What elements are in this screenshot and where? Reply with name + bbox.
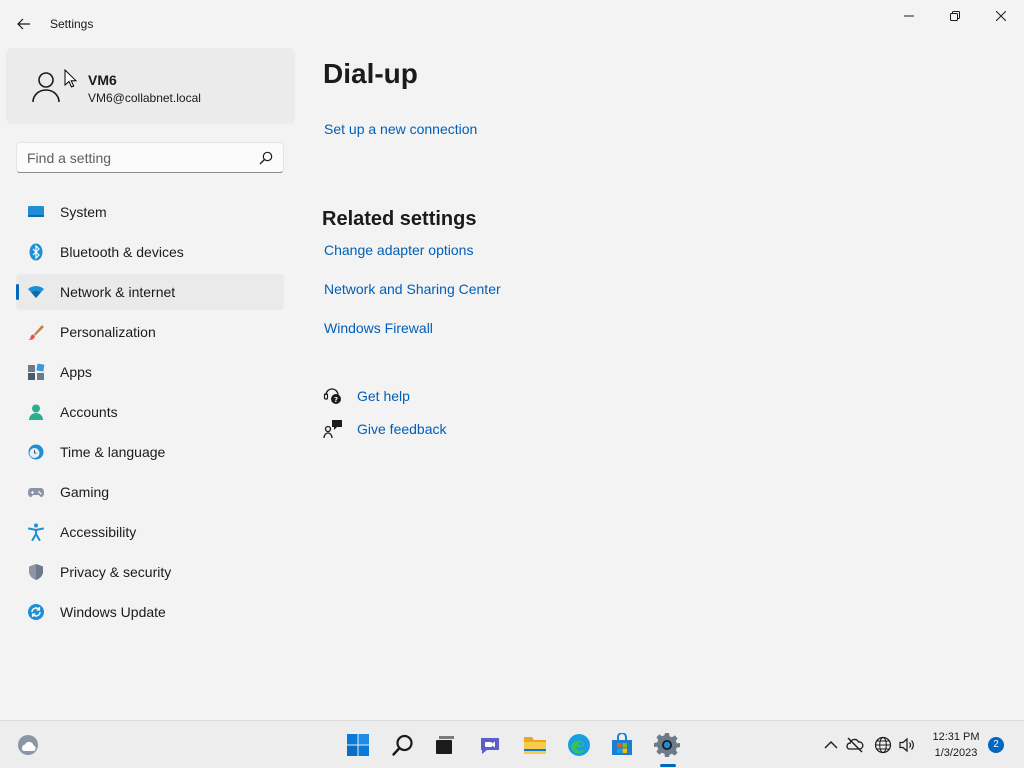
search-icon[interactable] [259,151,273,165]
brush-icon [28,325,44,340]
user-name: VM6 [88,72,117,88]
sidebar-item-bluetooth[interactable]: Bluetooth & devices [16,234,284,270]
bluetooth-icon [29,243,43,261]
sidebar-item-time-language[interactable]: Time & language [16,434,284,470]
windows-firewall-link[interactable]: Windows Firewall [324,320,433,336]
sidebar-item-privacy[interactable]: Privacy & security [16,554,284,590]
close-icon [996,11,1006,21]
chevron-up-icon[interactable] [822,736,840,754]
sidebar-item-label: System [60,204,107,220]
weather-cloud-icon [18,735,38,755]
microsoft-store-button[interactable] [608,731,636,759]
start-button[interactable] [344,731,372,759]
settings-taskbar-button[interactable] [653,731,681,759]
clock-time: 12:31 PM [932,731,980,743]
close-button[interactable] [978,0,1024,32]
folder-icon [524,737,546,754]
accessibility-icon [28,523,44,541]
svg-text:?: ? [334,396,338,404]
sidebar-item-label: Gaming [60,484,110,500]
search-icon [392,734,413,756]
sidebar-item-label: Bluetooth & devices [60,244,184,260]
get-help-link[interactable]: Get help [357,388,410,404]
search-input[interactable] [27,149,247,167]
volume-icon[interactable] [898,736,916,754]
onedrive-offline-icon[interactable] [846,736,864,754]
sidebar-item-label: Windows Update [60,604,166,620]
setup-new-connection-link[interactable]: Set up a new connection [324,121,477,137]
teams-chat-icon [481,738,499,754]
wifi-icon [28,285,44,298]
accounts-icon [29,404,43,420]
search-taskbar-button[interactable] [389,731,417,759]
give-feedback-icon [323,420,342,439]
network-globe-icon[interactable] [874,736,892,754]
system-clock[interactable]: 12:31 PM 1/3/2023 [926,729,986,761]
title-bar: Settings [0,0,1024,48]
search-box[interactable] [16,142,284,173]
sidebar-item-system[interactable]: System [16,194,284,230]
windows-logo-icon [347,734,369,756]
network-sharing-center-link[interactable]: Network and Sharing Center [324,281,501,297]
page-title: Dial-up [323,58,418,89]
related-settings-title: Related settings [322,208,477,230]
user-account-card[interactable]: VM6 VM6@collabnet.local [6,48,295,124]
sidebar-item-personalization[interactable]: Personalization [16,314,284,350]
back-arrow-icon [17,18,30,30]
active-app-indicator [660,764,676,767]
change-adapter-options-link[interactable]: Change adapter options [324,242,473,258]
sidebar-item-label: Time & language [60,444,166,460]
sidebar-item-windows-update[interactable]: Windows Update [16,594,284,630]
back-button[interactable] [10,12,38,36]
task-view-button[interactable] [431,731,459,759]
sidebar-item-label: Accessibility [60,524,137,540]
sidebar-item-accessibility[interactable]: Accessibility [16,514,284,550]
minimize-icon [904,15,914,17]
gear-icon [654,733,680,757]
sidebar-nav: System Bluetooth & devices Network & int… [16,194,284,634]
sidebar-item-gaming[interactable]: Gaming [16,474,284,510]
give-feedback-link[interactable]: Give feedback [357,421,447,437]
chat-button[interactable] [476,731,504,759]
weather-widget-button[interactable] [14,731,42,759]
sidebar-item-label: Personalization [60,324,156,340]
sidebar-item-label: Accounts [60,404,118,420]
apps-icon [28,363,45,380]
sidebar-item-accounts[interactable]: Accounts [16,394,284,430]
taskbar: 12:31 PM 1/3/2023 2 [0,720,1024,768]
mouse-cursor-icon [64,69,78,88]
user-email: VM6@collabnet.local [88,91,201,105]
system-icon [28,206,44,217]
sidebar-item-label: Apps [60,364,92,380]
restore-icon [950,11,960,21]
restore-button[interactable] [932,0,978,32]
task-view-icon [436,736,454,754]
app-title: Settings [50,17,94,31]
gamepad-icon [28,488,44,497]
notification-badge[interactable]: 2 [988,737,1004,753]
sidebar-item-apps[interactable]: Apps [16,354,284,390]
update-icon [28,604,44,620]
avatar [32,72,60,103]
edge-browser-button[interactable] [565,731,593,759]
sidebar-item-network[interactable]: Network & internet [16,274,284,310]
clock-globe-icon [28,444,44,460]
minimize-button[interactable] [886,0,932,32]
store-icon [612,733,632,755]
sidebar-item-label: Network & internet [60,284,176,300]
edge-icon [568,734,590,756]
file-explorer-button[interactable] [521,731,549,759]
clock-date: 1/3/2023 [934,747,978,759]
get-help-icon: ? [323,388,341,404]
sidebar-item-label: Privacy & security [60,564,172,580]
shield-icon [29,564,43,580]
